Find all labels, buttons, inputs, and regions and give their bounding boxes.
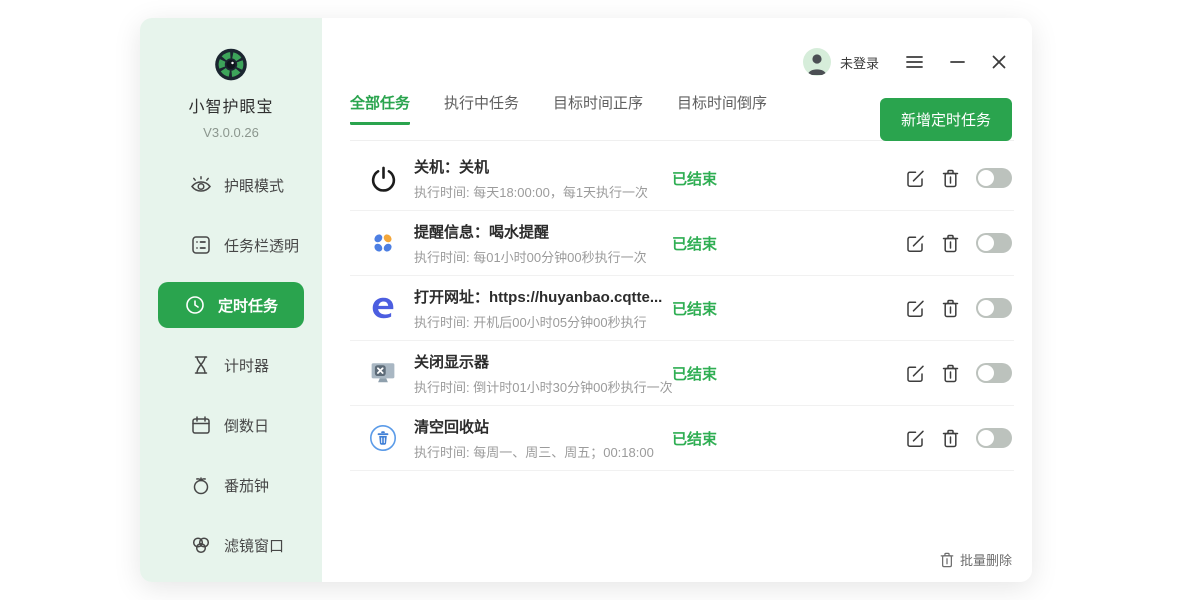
sidebar-item-taskbar-transparent[interactable]: 任务栏透明: [158, 222, 304, 268]
toggle-knob: [978, 300, 994, 316]
main-content: 未登录 全部任务 执行中任务 目标时间正序 目标时间倒序: [322, 18, 1032, 582]
monitor-off-icon: [366, 360, 400, 386]
sidebar-item-label: 滤镜窗口: [224, 535, 284, 556]
add-scheduled-task-button[interactable]: 新增定时任务: [880, 98, 1012, 141]
toggle-knob: [978, 365, 994, 381]
batch-delete-label: 批量删除: [960, 550, 1012, 569]
status-badge: 已结束: [672, 428, 717, 449]
sidebar-item-timer[interactable]: 计时器: [158, 342, 304, 388]
task-title: 提醒信息：喝水提醒: [414, 221, 672, 242]
delete-icon[interactable]: [942, 364, 959, 383]
minimize-icon[interactable]: [950, 55, 965, 69]
status-badge: 已结束: [672, 298, 717, 319]
task-row-shutdown: 关机：关机 执行时间: 每天18:00:00，每1天执行一次 已结束: [350, 146, 1014, 211]
toggle-knob: [978, 235, 994, 251]
edit-icon[interactable]: [906, 234, 925, 253]
toggle-knob: [978, 170, 994, 186]
task-title: 清空回收站: [414, 416, 672, 437]
calendar-icon: [190, 414, 212, 436]
task-text: 清空回收站 执行时间: 每周一、周三、周五；00:18:00: [414, 416, 672, 461]
task-schedule: 执行时间: 每01小时00分钟00秒执行一次: [414, 247, 672, 266]
tab-target-time-desc[interactable]: 目标时间倒序: [677, 92, 767, 125]
task-text: 打开网址：https://huyanbao.cqtte... 执行时间: 开机后…: [414, 286, 672, 331]
task-title: 关闭显示器: [414, 351, 672, 372]
task-enabled-toggle[interactable]: [976, 298, 1012, 318]
task-text: 提醒信息：喝水提醒 执行时间: 每01小时00分钟00秒执行一次: [414, 221, 672, 266]
recycle-bin-icon: [366, 424, 400, 452]
task-enabled-toggle[interactable]: [976, 233, 1012, 253]
eye-icon: [190, 174, 212, 196]
menu-icon[interactable]: [906, 55, 923, 69]
task-schedule: 执行时间: 每天18:00:00，每1天执行一次: [414, 182, 672, 201]
task-row-open-url: 打开网址：https://huyanbao.cqtte... 执行时间: 开机后…: [350, 276, 1014, 341]
hourglass-icon: [190, 354, 212, 376]
tab-all-tasks[interactable]: 全部任务: [350, 92, 410, 125]
sidebar-item-label: 番茄钟: [224, 475, 269, 496]
browser-e-icon: [366, 295, 400, 321]
tab-target-time-asc[interactable]: 目标时间正序: [553, 92, 643, 125]
delete-icon[interactable]: [942, 234, 959, 253]
reminder-petals-icon: [366, 230, 400, 256]
task-text: 关机：关机 执行时间: 每天18:00:00，每1天执行一次: [414, 156, 672, 201]
row-actions: [906, 363, 1014, 383]
login-status[interactable]: 未登录: [840, 53, 879, 72]
row-actions: [906, 168, 1014, 188]
user-icon: [803, 48, 831, 76]
app-window: 小智护眼宝 V3.0.0.26 护眼模式: [140, 18, 1032, 582]
avatar[interactable]: [803, 48, 831, 76]
sidebar-item-label: 计时器: [224, 355, 269, 376]
edit-icon[interactable]: [906, 299, 925, 318]
task-row-monitor-off: 关闭显示器 执行时间: 倒计时01小时30分钟00秒执行一次 已结束: [350, 341, 1014, 406]
sidebar-item-countdown-days[interactable]: 倒数日: [158, 402, 304, 448]
row-actions: [906, 428, 1014, 448]
task-schedule: 执行时间: 倒计时01小时30分钟00秒执行一次: [414, 377, 672, 396]
batch-delete-button[interactable]: 批量删除: [940, 550, 1012, 569]
app-logo-aperture-icon: [208, 48, 254, 81]
edit-icon[interactable]: [906, 169, 925, 188]
edit-icon[interactable]: [906, 364, 925, 383]
task-title: 关机：关机: [414, 156, 672, 177]
sidebar-item-label: 倒数日: [224, 415, 269, 436]
app-name: 小智护眼宝: [188, 93, 273, 117]
sidebar-item-label: 定时任务: [218, 295, 278, 316]
close-icon[interactable]: [992, 55, 1006, 69]
app-version: V3.0.0.26: [203, 125, 259, 140]
task-enabled-toggle[interactable]: [976, 363, 1012, 383]
task-enabled-toggle[interactable]: [976, 168, 1012, 188]
task-list: 关机：关机 执行时间: 每天18:00:00，每1天执行一次 已结束: [350, 146, 1014, 471]
sidebar-item-pomodoro[interactable]: 番茄钟: [158, 462, 304, 508]
sidebar-item-label: 护眼模式: [224, 175, 284, 196]
sidebar-item-scheduled-tasks[interactable]: 定时任务: [158, 282, 304, 328]
status-badge: 已结束: [672, 363, 717, 384]
delete-icon[interactable]: [942, 169, 959, 188]
task-row-empty-recycle-bin: 清空回收站 执行时间: 每周一、周三、周五；00:18:00 已结束: [350, 406, 1014, 471]
clock-icon: [184, 294, 206, 316]
titlebar: 未登录: [322, 18, 1032, 76]
row-actions: [906, 233, 1014, 253]
filter-circles-icon: [190, 534, 212, 556]
tab-running-tasks[interactable]: 执行中任务: [444, 92, 519, 125]
edit-icon[interactable]: [906, 429, 925, 448]
row-actions: [906, 298, 1014, 318]
task-text: 关闭显示器 执行时间: 倒计时01小时30分钟00秒执行一次: [414, 351, 672, 396]
taskbar-icon: [190, 234, 212, 256]
sidebar-menu: 护眼模式 任务栏透明 定时任务: [140, 162, 322, 582]
status-badge: 已结束: [672, 233, 717, 254]
task-row-reminder: 提醒信息：喝水提醒 执行时间: 每01小时00分钟00秒执行一次 已结束: [350, 211, 1014, 276]
delete-icon[interactable]: [942, 299, 959, 318]
toggle-knob: [978, 430, 994, 446]
delete-icon[interactable]: [942, 429, 959, 448]
power-icon: [366, 165, 400, 192]
sidebar-item-filter-window[interactable]: 滤镜窗口: [158, 522, 304, 568]
sidebar-item-eye-mode[interactable]: 护眼模式: [158, 162, 304, 208]
task-enabled-toggle[interactable]: [976, 428, 1012, 448]
sidebar: 小智护眼宝 V3.0.0.26 护眼模式: [140, 18, 322, 582]
sidebar-item-label: 任务栏透明: [224, 235, 299, 256]
task-schedule: 执行时间: 开机后00小时05分钟00秒执行: [414, 312, 672, 331]
task-title: 打开网址：https://huyanbao.cqtte...: [414, 286, 672, 307]
status-badge: 已结束: [672, 168, 717, 189]
tomato-icon: [190, 474, 212, 496]
task-schedule: 执行时间: 每周一、周三、周五；00:18:00: [414, 442, 672, 461]
trash-icon: [940, 552, 954, 568]
